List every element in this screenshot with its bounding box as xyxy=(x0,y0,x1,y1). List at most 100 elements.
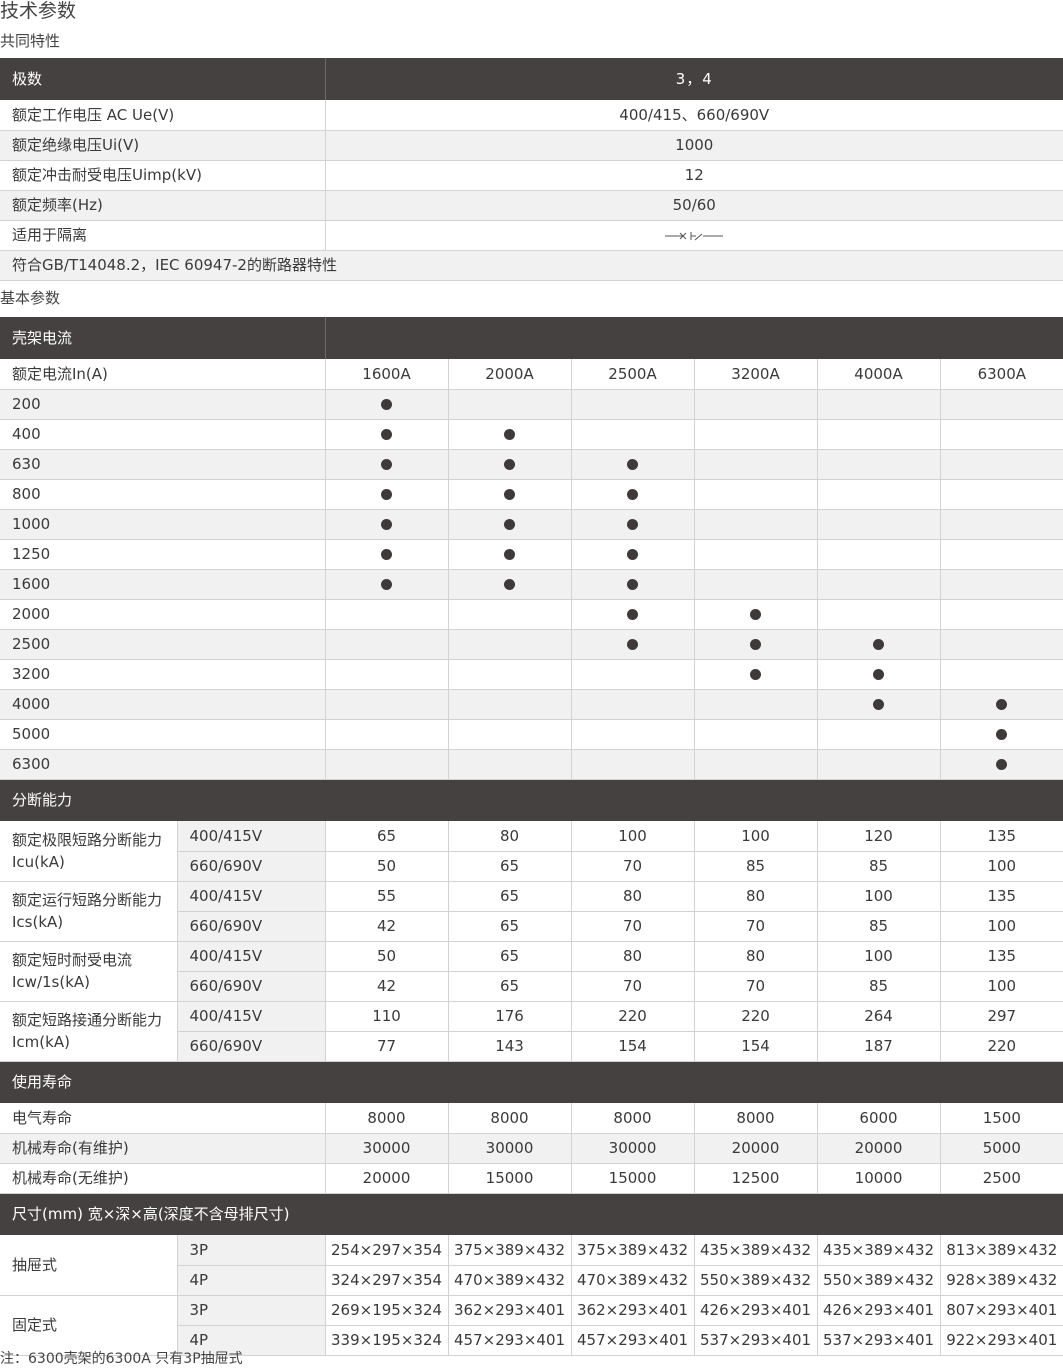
breaking-row: 额定短路接通分断能力Icm(kA) 400/415V 110 176 220 220 264… xyxy=(0,1001,1063,1062)
breaking-value: 120 xyxy=(817,821,941,852)
frame-label: 4000A xyxy=(817,359,941,390)
breaking-value: 220 xyxy=(571,1001,695,1032)
available-dot-icon xyxy=(627,459,639,470)
table-row: 额定绝缘电压Ui(V) 1000 xyxy=(0,130,1063,161)
availability-cell xyxy=(448,509,572,540)
dimension-value: 362×293×401 xyxy=(448,1295,572,1326)
breaking-value: 55 xyxy=(325,881,449,912)
availability-cell xyxy=(694,749,818,780)
dimension-value: 269×195×324 xyxy=(325,1295,449,1326)
voltage-label: 660/690V xyxy=(177,971,326,1002)
available-dot-icon xyxy=(381,399,393,410)
breaking-value: 80 xyxy=(694,881,818,912)
breaking-value: 65 xyxy=(448,941,572,972)
availability-cell xyxy=(940,539,1063,570)
availability-cell xyxy=(325,719,449,750)
breaking-value: 80 xyxy=(571,881,695,912)
frame-label: 2000A xyxy=(448,359,572,390)
breaking-row: 额定运行短路分断能力Ics(kA) 400/415V 55 65 80 80 100 135 xyxy=(0,881,1063,942)
dimension-value: 470×389×432 xyxy=(571,1265,695,1296)
availability-cell xyxy=(817,719,941,750)
breaking-value: 100 xyxy=(940,851,1063,882)
current-row: 630 xyxy=(0,449,1063,480)
availability-cell xyxy=(694,569,818,600)
availability-cell xyxy=(817,659,941,690)
availability-cell xyxy=(694,629,818,660)
life-value: 15000 xyxy=(571,1163,695,1194)
availability-cell xyxy=(817,539,941,570)
life-value: 2500 xyxy=(940,1163,1063,1194)
breaking-value: 85 xyxy=(694,851,818,882)
life-label: 机械寿命(无维护) xyxy=(0,1163,326,1194)
availability-cell xyxy=(817,749,941,780)
available-dot-icon xyxy=(627,579,639,590)
current-row: 400 xyxy=(0,419,1063,450)
breaking-value: 154 xyxy=(571,1031,695,1062)
common-characteristics-table: 极数 3，4 额定工作电压 AC Ue(V) 400/415、660/690V 额定绝缘… xyxy=(0,58,1063,281)
row-label: 适用于隔离 xyxy=(0,220,326,251)
available-dot-icon xyxy=(504,579,516,590)
available-dot-icon xyxy=(996,759,1008,770)
current-value: 1000 xyxy=(0,509,326,540)
breaking-value: 297 xyxy=(940,1001,1063,1032)
row-value: 1000 xyxy=(325,130,1063,161)
life-value: 8000 xyxy=(694,1103,818,1134)
current-row: 6300 xyxy=(0,749,1063,780)
section-title-basic: 基本参数 xyxy=(0,289,61,307)
table-row: 额定工作电压 AC Ue(V) 400/415、660/690V xyxy=(0,100,1063,131)
available-dot-icon xyxy=(750,609,762,620)
current-value: 800 xyxy=(0,479,326,510)
dimension-value: 807×293×401 xyxy=(940,1295,1063,1326)
available-dot-icon xyxy=(381,549,393,560)
dimension-value: 362×293×401 xyxy=(571,1295,695,1326)
availability-cell xyxy=(571,689,695,720)
breaking-value: 65 xyxy=(448,971,572,1002)
dimension-value: 435×389×432 xyxy=(694,1235,818,1266)
mount-type-label: 抽屉式 xyxy=(0,1235,178,1296)
voltage-label: 660/690V xyxy=(177,911,326,942)
current-value: 400 xyxy=(0,419,326,450)
availability-cell xyxy=(448,749,572,780)
availability-cell xyxy=(694,509,818,540)
available-dot-icon xyxy=(504,549,516,560)
availability-cell xyxy=(694,689,818,720)
available-dot-icon xyxy=(504,459,516,470)
life-row: 机械寿命(有维护) 30000 30000 30000 20000 20000 5000 xyxy=(0,1133,1063,1164)
current-row: 200 xyxy=(0,389,1063,420)
availability-cell xyxy=(694,479,818,510)
availability-cell xyxy=(571,599,695,630)
breaking-value: 42 xyxy=(325,971,449,1002)
availability-cell xyxy=(940,389,1063,420)
section-header-label: 使用寿命 xyxy=(0,1061,1063,1103)
service-life-header: 使用寿命 xyxy=(0,1061,1063,1103)
life-value: 20000 xyxy=(817,1133,941,1164)
available-dot-icon xyxy=(873,639,885,650)
breaking-value: 100 xyxy=(817,941,941,972)
life-value: 30000 xyxy=(448,1133,572,1164)
life-value: 30000 xyxy=(325,1133,449,1164)
available-dot-icon xyxy=(750,639,762,650)
breaking-value: 65 xyxy=(448,851,572,882)
life-value: 30000 xyxy=(571,1133,695,1164)
availability-cell xyxy=(571,749,695,780)
availability-cell xyxy=(325,569,449,600)
available-dot-icon xyxy=(627,519,639,530)
row-label: 额定绝缘电压Ui(V) xyxy=(0,130,326,161)
page-title: 技术参数 xyxy=(0,0,77,22)
breaking-value: 135 xyxy=(940,941,1063,972)
dimension-value: 457×293×401 xyxy=(571,1325,695,1356)
available-dot-icon xyxy=(996,699,1008,710)
breaking-value: 110 xyxy=(325,1001,449,1032)
table-header-row: 极数 3，4 xyxy=(0,58,1063,100)
available-dot-icon xyxy=(381,489,393,500)
availability-cell xyxy=(325,689,449,720)
breaking-value: 70 xyxy=(571,851,695,882)
life-value: 12500 xyxy=(694,1163,818,1194)
availability-cell xyxy=(448,599,572,630)
availability-cell xyxy=(325,599,449,630)
breaking-row: 额定短时耐受电流Icw/1s(kA) 400/415V 50 65 80 80 100 135 xyxy=(0,941,1063,1002)
availability-cell xyxy=(940,599,1063,630)
availability-cell xyxy=(448,689,572,720)
frame-label: 2500A xyxy=(571,359,695,390)
availability-cell xyxy=(448,629,572,660)
